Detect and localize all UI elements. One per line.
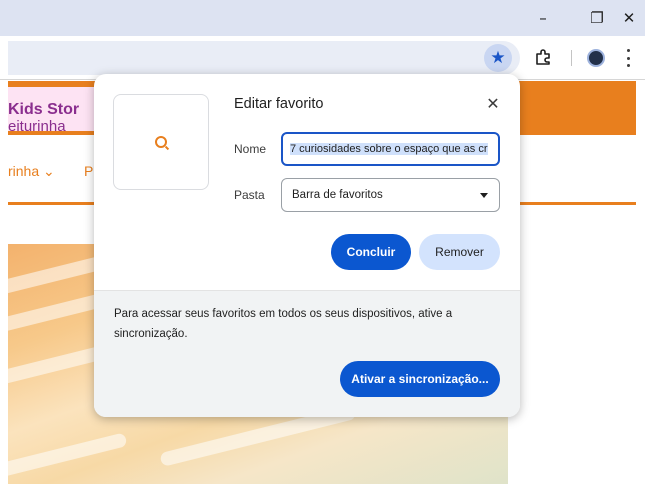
dialog-title: Editar favorito [234, 96, 324, 112]
close-icon[interactable]: ✕ [482, 92, 504, 114]
restore-icon[interactable]: ❐ [579, 0, 615, 36]
extensions-puzzle-icon[interactable] [534, 48, 552, 66]
site-logo[interactable]: Kids Stor eiturinha [8, 87, 96, 135]
folder-label: Pasta [234, 188, 265, 202]
more-menu-icon[interactable] [625, 49, 631, 67]
toolbar-separator [571, 50, 572, 66]
name-label: Nome [234, 142, 267, 156]
brand-subtitle: eiturinha [8, 118, 66, 135]
done-button[interactable]: Concluir [331, 234, 411, 270]
bookmark-star-icon[interactable]: ★ [484, 44, 512, 72]
address-bar[interactable] [8, 41, 520, 75]
edit-bookmark-dialog: Editar favorito ✕ Nome 7 curiosidades so… [94, 74, 520, 417]
folder-selected-value: Barra de favoritos [292, 189, 383, 201]
brand-title: Kids Stor [8, 101, 80, 118]
profile-avatar[interactable] [587, 49, 605, 67]
enable-sync-button[interactable]: Ativar a sincronização... [340, 361, 500, 397]
remove-button[interactable]: Remover [419, 234, 500, 270]
close-window-icon[interactable]: ✕ [611, 0, 645, 36]
minimize-icon[interactable]: – [525, 0, 561, 36]
sync-promo: Para acessar seus favoritos em todos os … [94, 290, 520, 417]
bookmark-name-value: 7 curiosidades sobre o espaço que as cr [290, 143, 488, 155]
page-thumbnail [113, 94, 209, 190]
nav-item[interactable]: P [84, 163, 93, 179]
folder-select[interactable]: Barra de favoritos [281, 178, 500, 212]
title-bar: – ❐ ✕ [0, 0, 645, 36]
site-favicon-icon [155, 136, 167, 148]
chevron-down-icon [480, 193, 488, 198]
nav-item[interactable]: rinha ⌄ [8, 163, 55, 180]
sync-message: Para acessar seus favoritos em todos os … [114, 308, 453, 340]
